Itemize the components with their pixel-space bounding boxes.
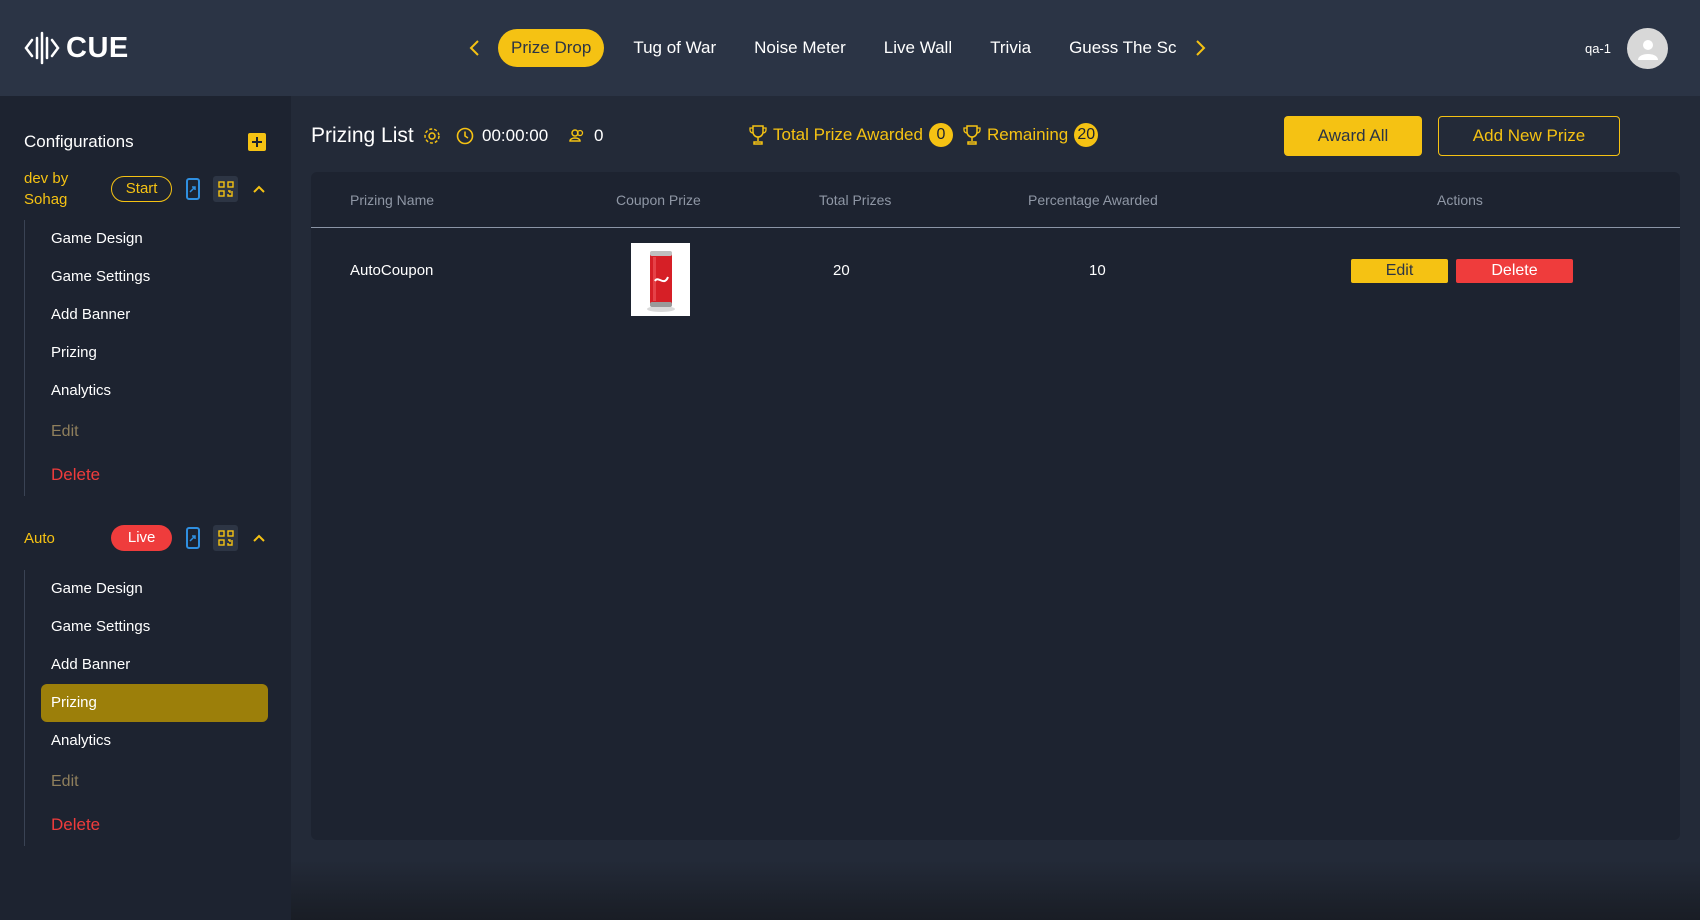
add-configuration-button[interactable] — [248, 133, 266, 151]
tab-live-wall[interactable]: Live Wall — [871, 29, 965, 67]
coupon-prize-image[interactable] — [631, 243, 690, 316]
menu-edit[interactable]: Edit — [25, 760, 268, 804]
configurations-title: Configurations — [24, 132, 134, 151]
qr-code-icon[interactable] — [213, 525, 239, 551]
col-percentage-awarded: Percentage Awarded — [1028, 192, 1158, 208]
delete-button[interactable]: Delete — [1456, 259, 1573, 283]
start-button[interactable]: Start — [110, 176, 173, 202]
game-name[interactable]: dev by Sohag — [24, 168, 111, 210]
add-new-prize-button[interactable]: Add New Prize — [1438, 116, 1620, 156]
menu-game-settings[interactable]: Game Settings — [25, 258, 268, 296]
game-row-auto: Auto Live — [24, 525, 270, 551]
col-coupon-prize: Coupon Prize — [616, 192, 701, 208]
user-menu[interactable]: qa-1 — [1585, 28, 1668, 69]
menu-analytics[interactable]: Analytics — [25, 372, 268, 410]
tab-tug-of-war[interactable]: Tug of War — [620, 29, 729, 67]
remaining: Remaining 20 — [963, 123, 1099, 147]
prizing-table: Prizing Name Coupon Prize Total Prizes P… — [311, 172, 1680, 840]
page-title: Prizing List — [311, 124, 414, 147]
mobile-preview-icon[interactable] — [181, 177, 204, 201]
col-total-prizes: Total Prizes — [819, 192, 892, 208]
username: qa-1 — [1584, 41, 1611, 56]
col-prizing-name: Prizing Name — [350, 192, 435, 208]
total-prize-awarded-label: Total Prize Awarded — [773, 125, 923, 144]
cola-can-icon — [646, 250, 675, 312]
gear-icon[interactable] — [422, 126, 442, 151]
plus-icon — [252, 137, 262, 147]
chevron-up-icon[interactable] — [247, 177, 270, 201]
configurations-header: Configurations — [24, 132, 266, 152]
total-prize-awarded-count: 0 — [928, 123, 953, 147]
timer: 00:00:00 — [456, 126, 548, 146]
tab-guess-the-sc[interactable]: Guess The Sc — [1056, 29, 1189, 67]
menu-analytics[interactable]: Analytics — [25, 722, 268, 760]
logo-text: CUE — [66, 31, 129, 64]
clock-icon — [456, 127, 474, 145]
qr-code-icon[interactable] — [213, 176, 239, 202]
award-all-button[interactable]: Award All — [1284, 116, 1422, 156]
edit-button[interactable]: Edit — [1351, 259, 1448, 283]
users-icon — [569, 129, 584, 142]
chevron-right-icon[interactable] — [1189, 36, 1213, 60]
table-row: AutoCoupon 20 10 Edit Delete — [311, 229, 1680, 316]
participants: 0 — [568, 126, 603, 146]
participants-count: 0 — [594, 126, 604, 145]
game-name[interactable]: Auto — [24, 528, 111, 549]
menu-prizing[interactable]: Prizing — [25, 334, 268, 372]
menu-delete[interactable]: Delete — [25, 454, 268, 496]
logo-waveform-icon — [24, 31, 60, 65]
col-actions: Actions — [1437, 192, 1483, 208]
timer-value: 00:00:00 — [482, 126, 549, 145]
menu-game-design[interactable]: Game Design — [25, 570, 268, 608]
user-icon — [1637, 39, 1658, 60]
game-row-dev-by-sohag: dev by Sohag Start — [24, 168, 270, 210]
footer-fade — [291, 860, 1700, 920]
avatar[interactable] — [1627, 28, 1668, 69]
game-menu-auto: Game Design Game Settings Add Banner Pri… — [24, 570, 268, 846]
tab-prize-drop[interactable]: Prize Drop — [498, 29, 605, 67]
remaining-count: 20 — [1074, 123, 1099, 147]
chevron-up-icon[interactable] — [247, 526, 270, 550]
menu-add-banner[interactable]: Add Banner — [25, 296, 268, 334]
cue-logo[interactable]: CUE — [24, 30, 129, 66]
cell-percentage-awarded: 10 — [1089, 262, 1106, 279]
tab-noise-meter[interactable]: Noise Meter — [741, 29, 859, 67]
cell-prizing-name: AutoCoupon — [350, 262, 434, 279]
trophy-icon — [963, 125, 981, 145]
total-prize-awarded: Total Prize Awarded 0 — [749, 123, 953, 147]
prizing-header: Prizing List 00:00:00 0 Total Prize Awar… — [311, 116, 1681, 156]
sidebar: Configurations dev by Sohag Start Game D… — [0, 96, 291, 920]
menu-game-settings[interactable]: Game Settings — [25, 608, 268, 646]
top-bar: CUE Prize Drop Tug of War Noise Meter Li… — [0, 0, 1700, 96]
tab-trivia[interactable]: Trivia — [977, 29, 1044, 67]
menu-game-design[interactable]: Game Design — [25, 220, 268, 258]
trophy-icon — [749, 125, 767, 145]
game-menu-dev-by-sohag: Game Design Game Settings Add Banner Pri… — [24, 220, 268, 496]
menu-delete[interactable]: Delete — [25, 804, 268, 846]
game-tabs: Prize Drop Tug of War Noise Meter Live W… — [462, 29, 1213, 67]
cell-total-prizes: 20 — [833, 262, 850, 279]
table-header: Prizing Name Coupon Prize Total Prizes P… — [311, 172, 1680, 228]
remaining-label: Remaining — [987, 125, 1069, 144]
mobile-preview-icon[interactable] — [181, 526, 204, 550]
chevron-left-icon[interactable] — [462, 36, 486, 60]
menu-add-banner[interactable]: Add Banner — [25, 646, 268, 684]
menu-prizing[interactable]: Prizing — [41, 684, 268, 722]
menu-edit[interactable]: Edit — [25, 410, 268, 454]
live-badge[interactable]: Live — [111, 525, 173, 551]
